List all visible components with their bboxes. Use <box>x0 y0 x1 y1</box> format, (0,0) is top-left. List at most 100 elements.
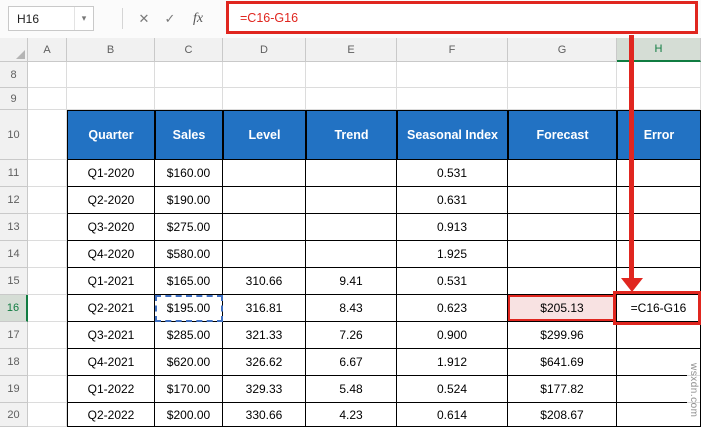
cell-A18[interactable] <box>28 349 67 376</box>
cell-E17[interactable]: 7.26 <box>306 322 397 349</box>
cell-B15[interactable]: Q1-2021 <box>67 268 155 295</box>
row-header-10[interactable]: 10 <box>0 110 28 160</box>
select-all-button[interactable] <box>0 38 28 62</box>
col-header-C[interactable]: C <box>155 38 223 62</box>
cell-C10[interactable]: Sales <box>155 110 223 160</box>
cell-G12[interactable] <box>508 187 617 214</box>
cell-F14[interactable]: 1.925 <box>397 241 508 268</box>
cell-G20[interactable]: $208.67 <box>508 403 617 427</box>
cell-B10[interactable]: Quarter <box>67 110 155 160</box>
row-header-18[interactable]: 18 <box>0 349 28 376</box>
cell-B12[interactable]: Q2-2020 <box>67 187 155 214</box>
cell-C14[interactable]: $580.00 <box>155 241 223 268</box>
cell-A20[interactable] <box>28 403 67 427</box>
cell-D12[interactable] <box>223 187 306 214</box>
cell-F12[interactable]: 0.631 <box>397 187 508 214</box>
cell-G8[interactable] <box>508 62 617 88</box>
cell-G16[interactable]: $205.13 <box>508 295 617 322</box>
formula-input[interactable]: =C16-G16 <box>226 2 698 34</box>
insert-function-icon[interactable]: fx <box>186 6 210 31</box>
cell-F20[interactable]: 0.614 <box>397 403 508 427</box>
row-header-8[interactable]: 8 <box>0 62 28 88</box>
cell-D8[interactable] <box>223 62 306 88</box>
cell-C17[interactable]: $285.00 <box>155 322 223 349</box>
row-header-17[interactable]: 17 <box>0 322 28 349</box>
cell-D18[interactable]: 326.62 <box>223 349 306 376</box>
cell-G9[interactable] <box>508 88 617 110</box>
col-header-G[interactable]: G <box>508 38 617 62</box>
cell-E11[interactable] <box>306 160 397 187</box>
cell-F10[interactable]: Seasonal Index <box>397 110 508 160</box>
cell-E10[interactable]: Trend <box>306 110 397 160</box>
cell-D13[interactable] <box>223 214 306 241</box>
cell-B17[interactable]: Q3-2021 <box>67 322 155 349</box>
col-header-F[interactable]: F <box>397 38 508 62</box>
enter-icon[interactable]: ✓ <box>158 6 182 31</box>
cell-G18[interactable]: $641.69 <box>508 349 617 376</box>
cell-B16[interactable]: Q2-2021 <box>67 295 155 322</box>
cell-G19[interactable]: $177.82 <box>508 376 617 403</box>
cell-C18[interactable]: $620.00 <box>155 349 223 376</box>
cell-F17[interactable]: 0.900 <box>397 322 508 349</box>
row-header-19[interactable]: 19 <box>0 376 28 403</box>
cell-B13[interactable]: Q3-2020 <box>67 214 155 241</box>
cell-A13[interactable] <box>28 214 67 241</box>
cell-F13[interactable]: 0.913 <box>397 214 508 241</box>
col-header-E[interactable]: E <box>306 38 397 62</box>
col-header-A[interactable]: A <box>28 38 67 62</box>
col-header-B[interactable]: B <box>67 38 155 62</box>
cell-A16[interactable] <box>28 295 67 322</box>
cell-C8[interactable] <box>155 62 223 88</box>
name-box[interactable]: H16 ▾ <box>8 6 94 31</box>
cancel-icon[interactable]: ✕ <box>132 6 156 31</box>
cell-E14[interactable] <box>306 241 397 268</box>
cell-G14[interactable] <box>508 241 617 268</box>
cell-D14[interactable] <box>223 241 306 268</box>
row-header-9[interactable]: 9 <box>0 88 28 110</box>
cell-A8[interactable] <box>28 62 67 88</box>
cell-B20[interactable]: Q2-2022 <box>67 403 155 427</box>
col-header-D[interactable]: D <box>223 38 306 62</box>
row-header-15[interactable]: 15 <box>0 268 28 295</box>
cell-E15[interactable]: 9.41 <box>306 268 397 295</box>
cell-C16[interactable]: $195.00 <box>155 295 223 322</box>
cell-G10[interactable]: Forecast <box>508 110 617 160</box>
cell-F15[interactable]: 0.531 <box>397 268 508 295</box>
cell-F16[interactable]: 0.623 <box>397 295 508 322</box>
row-header-11[interactable]: 11 <box>0 160 28 187</box>
cell-A10[interactable] <box>28 110 67 160</box>
cell-C12[interactable]: $190.00 <box>155 187 223 214</box>
row-header-14[interactable]: 14 <box>0 241 28 268</box>
cell-G13[interactable] <box>508 214 617 241</box>
cell-E19[interactable]: 5.48 <box>306 376 397 403</box>
cell-B14[interactable]: Q4-2020 <box>67 241 155 268</box>
cell-C20[interactable]: $200.00 <box>155 403 223 427</box>
row-header-20[interactable]: 20 <box>0 403 28 427</box>
cell-C15[interactable]: $165.00 <box>155 268 223 295</box>
name-box-dropdown-icon[interactable]: ▾ <box>74 7 93 30</box>
cell-A15[interactable] <box>28 268 67 295</box>
cell-D9[interactable] <box>223 88 306 110</box>
cell-A14[interactable] <box>28 241 67 268</box>
cell-D11[interactable] <box>223 160 306 187</box>
row-header-12[interactable]: 12 <box>0 187 28 214</box>
cell-A19[interactable] <box>28 376 67 403</box>
cell-D16[interactable]: 316.81 <box>223 295 306 322</box>
cell-A17[interactable] <box>28 322 67 349</box>
cell-D17[interactable]: 321.33 <box>223 322 306 349</box>
cell-E20[interactable]: 4.23 <box>306 403 397 427</box>
cell-E18[interactable]: 6.67 <box>306 349 397 376</box>
cell-E13[interactable] <box>306 214 397 241</box>
cell-B11[interactable]: Q1-2020 <box>67 160 155 187</box>
cell-C11[interactable]: $160.00 <box>155 160 223 187</box>
cell-G17[interactable]: $299.96 <box>508 322 617 349</box>
cell-A9[interactable] <box>28 88 67 110</box>
cell-E8[interactable] <box>306 62 397 88</box>
cell-B9[interactable] <box>67 88 155 110</box>
cell-G15[interactable] <box>508 268 617 295</box>
cell-F19[interactable]: 0.524 <box>397 376 508 403</box>
cell-E16[interactable]: 8.43 <box>306 295 397 322</box>
cell-E9[interactable] <box>306 88 397 110</box>
cell-F9[interactable] <box>397 88 508 110</box>
cell-C13[interactable]: $275.00 <box>155 214 223 241</box>
